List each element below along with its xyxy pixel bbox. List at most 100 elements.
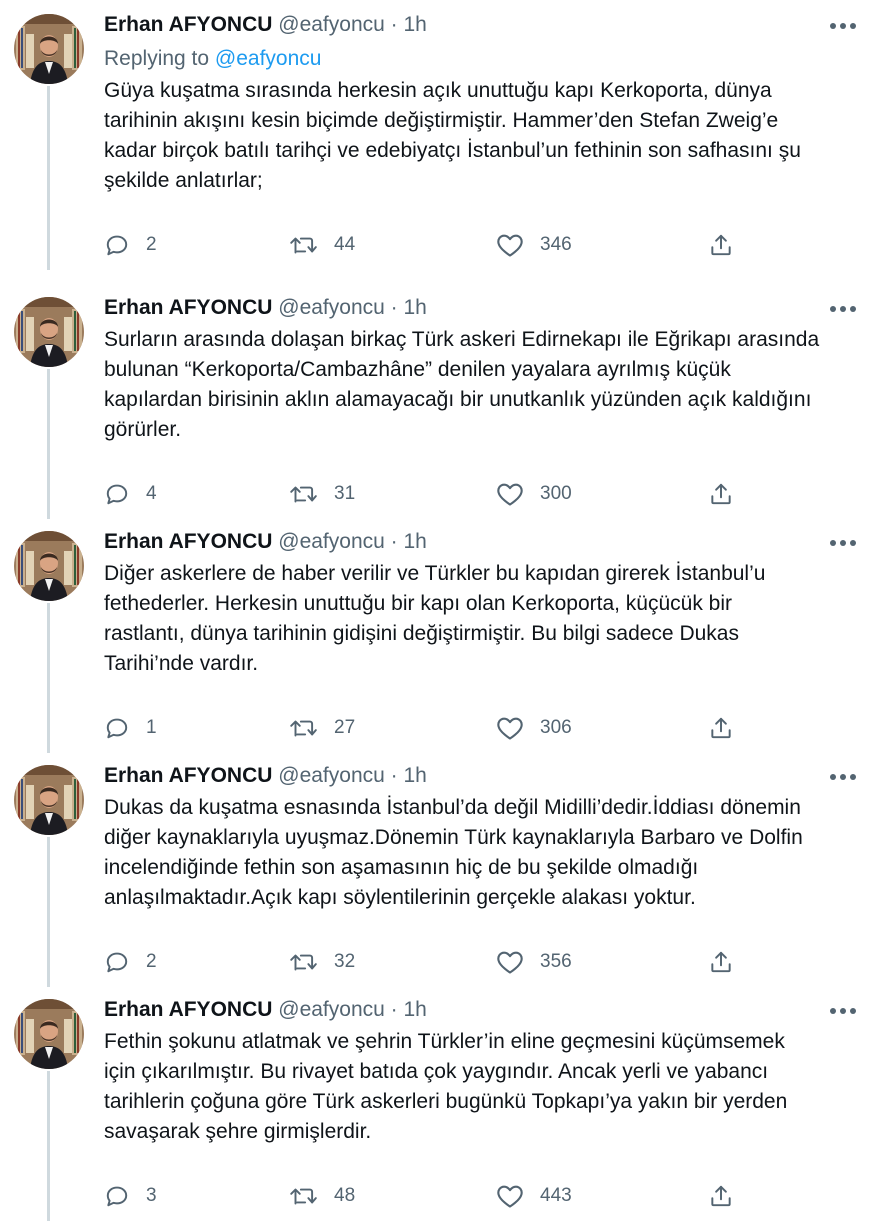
separator-dot: · (390, 764, 398, 787)
reply-button[interactable]: 2 (104, 230, 157, 260)
author-handle[interactable]: @eafyoncu (278, 998, 385, 1021)
reply-button[interactable]: 3 (104, 1181, 157, 1211)
reply-button[interactable]: 4 (104, 479, 157, 509)
retweet-button[interactable]: 32 (288, 947, 355, 977)
tweet-text-line: diğer kaynaklarıyla uyuşmaz.Dönemin Türk… (104, 826, 803, 849)
tweet[interactable]: Erhan AFYONCU @eafyoncu · 1h Replying to … (0, 0, 876, 270)
more-dots-icon (826, 23, 860, 40)
tweet-header: Erhan AFYONCU @eafyoncu · 1h (104, 995, 427, 1025)
separator-dot: · (390, 296, 398, 319)
author-name[interactable]: Erhan AFYONCU (104, 296, 272, 319)
more-options-button[interactable] (826, 299, 860, 319)
separator-dot: · (390, 13, 398, 36)
tweet-text-line: bulunan “Kerkoporta/Cambazhâne” denilen … (104, 358, 731, 381)
like-button[interactable]: 306 (496, 713, 572, 743)
share-button[interactable] (708, 1181, 734, 1211)
tweet-time[interactable]: 1h (404, 13, 427, 36)
more-options-button[interactable] (826, 767, 860, 787)
reply-icon (104, 949, 130, 975)
retweet-button[interactable]: 27 (288, 713, 355, 743)
tweet-text-line: savaşarak şehre girmişlerdir. (104, 1120, 372, 1143)
tweet-text-line: tarihlerin çoğuna göre Türk askerleri bu… (104, 1090, 788, 1113)
retweet-count: 27 (334, 717, 356, 738)
like-button[interactable]: 300 (496, 479, 572, 509)
like-button[interactable]: 356 (496, 947, 572, 977)
author-handle[interactable]: @eafyoncu (278, 296, 385, 319)
more-options-button[interactable] (826, 533, 860, 553)
share-icon (708, 481, 734, 507)
share-button[interactable] (708, 230, 734, 260)
tweet[interactable]: Erhan AFYONCU @eafyoncu · 1h Dukas da kuş… (0, 751, 876, 987)
retweet-count: 32 (334, 951, 356, 972)
tweet[interactable]: Erhan AFYONCU @eafyoncu · 1h Surların ara… (0, 283, 876, 519)
tweet-thread: Erhan AFYONCU @eafyoncu · 1h Replying to … (0, 0, 876, 1221)
tweet-text: Surların arasında dolaşan birkaç Türk as… (104, 325, 856, 445)
tweet-text-line: Dukas da kuşatma esnasında İstanbul’da d… (104, 796, 801, 819)
retweet-button[interactable]: 31 (288, 479, 355, 509)
tweet-text-line: rastlantı, dünya tarihinin gidişini deği… (104, 622, 739, 645)
more-dots-icon (826, 774, 860, 791)
retweet-count: 44 (334, 234, 356, 255)
reply-button[interactable]: 1 (104, 713, 157, 743)
replying-to-mention[interactable]: @eafyoncu (215, 47, 322, 70)
heart-icon (496, 715, 524, 741)
reply-icon (104, 715, 130, 741)
reply-icon (104, 481, 130, 507)
tweet-time[interactable]: 1h (404, 764, 427, 787)
author-name[interactable]: Erhan AFYONCU (104, 998, 272, 1021)
thread-connector-line (47, 86, 50, 270)
like-button[interactable]: 346 (496, 230, 572, 260)
more-options-button[interactable] (826, 16, 860, 36)
like-button[interactable]: 443 (496, 1181, 572, 1211)
retweet-count: 31 (334, 483, 356, 504)
author-handle[interactable]: @eafyoncu (278, 530, 385, 553)
author-name[interactable]: Erhan AFYONCU (104, 530, 272, 553)
reply-icon (104, 232, 130, 258)
replying-to: Replying to @eafyoncu (104, 44, 321, 74)
author-handle[interactable]: @eafyoncu (278, 13, 385, 36)
share-button[interactable] (708, 479, 734, 509)
author-name[interactable]: Erhan AFYONCU (104, 13, 272, 36)
heart-icon (496, 1183, 524, 1209)
avatar[interactable] (14, 531, 84, 601)
tweet-actions: 4 31 300 (104, 479, 844, 509)
reply-count: 2 (146, 951, 157, 972)
tweet-text: Fethin şokunu atlatmak ve şehrin Türkler… (104, 1027, 856, 1147)
tweet-time[interactable]: 1h (404, 530, 427, 553)
tweet-text-line: şekilde anlatırlar; (104, 169, 263, 192)
tweet-text-line: görürler. (104, 418, 182, 441)
tweet-text: Diğer askerlere de haber verilir ve Türk… (104, 559, 856, 679)
tweet[interactable]: Erhan AFYONCU @eafyoncu · 1h Diğer askerl… (0, 517, 876, 753)
reply-icon (104, 1183, 130, 1209)
tweet-actions: 1 27 306 (104, 713, 844, 743)
tweet-time[interactable]: 1h (404, 998, 427, 1021)
reply-button[interactable]: 2 (104, 947, 157, 977)
tweet-actions: 2 32 356 (104, 947, 844, 977)
avatar[interactable] (14, 765, 84, 835)
retweet-button[interactable]: 48 (288, 1181, 355, 1211)
avatar[interactable] (14, 14, 84, 84)
tweet[interactable]: Erhan AFYONCU @eafyoncu · 1h Fethin şokun… (0, 985, 876, 1221)
author-handle[interactable]: @eafyoncu (278, 764, 385, 787)
share-button[interactable] (708, 947, 734, 977)
avatar[interactable] (14, 297, 84, 367)
tweet-text: Dukas da kuşatma esnasında İstanbul’da d… (104, 793, 856, 913)
replying-to-label: Replying to (104, 47, 210, 70)
retweet-icon (288, 232, 318, 258)
tweet-header: Erhan AFYONCU @eafyoncu · 1h (104, 10, 427, 40)
avatar[interactable] (14, 999, 84, 1069)
tweet-header: Erhan AFYONCU @eafyoncu · 1h (104, 293, 427, 323)
tweet-time[interactable]: 1h (404, 296, 427, 319)
tweet-text-line: kadar birçok batılı tarihçi ve edebiyatç… (104, 139, 801, 162)
tweet-text-line: için çıkarılmıştır. Bu rivayet batıda ço… (104, 1060, 769, 1083)
more-dots-icon (826, 306, 860, 323)
like-count: 443 (540, 1185, 572, 1206)
tweet-text-line: fethederler. Herkesin unuttuğu bir kapı … (104, 592, 733, 615)
author-name[interactable]: Erhan AFYONCU (104, 764, 272, 787)
more-options-button[interactable] (826, 1001, 860, 1021)
share-button[interactable] (708, 713, 734, 743)
heart-icon (496, 949, 524, 975)
tweet-text-line: anlaşılmaktadır.Açık kapı söylentilerini… (104, 886, 696, 909)
reply-count: 2 (146, 234, 157, 255)
retweet-button[interactable]: 44 (288, 230, 355, 260)
